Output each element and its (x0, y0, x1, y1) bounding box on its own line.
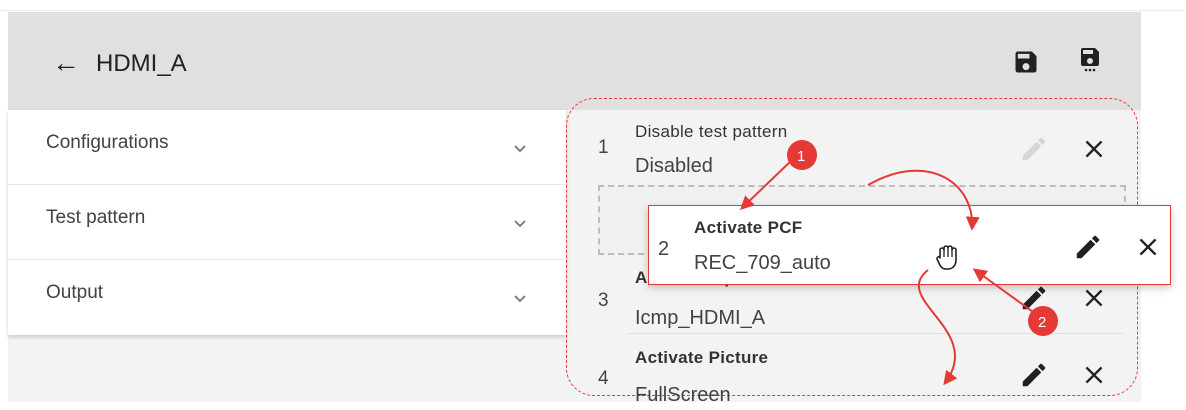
step-value: FullScreen (635, 384, 731, 406)
pencil-icon (1022, 137, 1046, 161)
close-icon[interactable] (1081, 362, 1107, 388)
close-icon[interactable] (1135, 234, 1161, 260)
step-item[interactable]: 4 Activate Picture FullScreen (585, 338, 1130, 410)
chevron-down-icon (514, 145, 526, 153)
pencil-icon[interactable] (1073, 232, 1103, 262)
page-title: HDMI_A (96, 50, 187, 77)
dragged-step-card[interactable]: 2 Activate PCF REC_709_auto (648, 205, 1171, 285)
pencil-icon[interactable] (1019, 360, 1049, 390)
accordion-label: Output (46, 282, 104, 303)
step-name: Disable test pattern (635, 122, 788, 141)
divider (627, 333, 1124, 334)
step-name: Activate PCF (694, 218, 803, 237)
step-name: Activate Picture (635, 348, 769, 367)
arrow-left-icon[interactable]: ← (52, 49, 80, 77)
step-value: Disabled (635, 155, 713, 177)
step-number: 1 (598, 137, 609, 158)
step-item[interactable]: 1 Disable test pattern Disabled (585, 112, 1130, 184)
accordion-panel: Configurations Test pattern Output (8, 110, 566, 335)
accordion-label: Configurations (46, 132, 169, 153)
chevron-down-icon (514, 295, 526, 303)
step-number: 2 (658, 238, 670, 260)
accordion-item-configurations[interactable]: Configurations (8, 110, 566, 185)
save-icon[interactable] (1012, 48, 1040, 76)
close-icon[interactable] (1081, 285, 1107, 311)
top-strip (0, 0, 1186, 11)
accordion-label: Test pattern (46, 207, 146, 228)
step-number: 3 (598, 290, 609, 311)
close-icon[interactable] (1081, 136, 1107, 162)
header-bar: ← HDMI_A (8, 12, 1141, 110)
accordion-item-test-pattern[interactable]: Test pattern (8, 185, 566, 260)
step-number: 4 (598, 368, 609, 389)
step-value: Icmp_HDMI_A (635, 307, 766, 329)
step-value: REC_709_auto (694, 252, 831, 274)
save-as-icon[interactable] (1076, 45, 1104, 73)
pencil-icon[interactable] (1019, 283, 1049, 313)
accordion-item-output[interactable]: Output (8, 260, 566, 334)
chevron-down-icon (514, 220, 526, 228)
